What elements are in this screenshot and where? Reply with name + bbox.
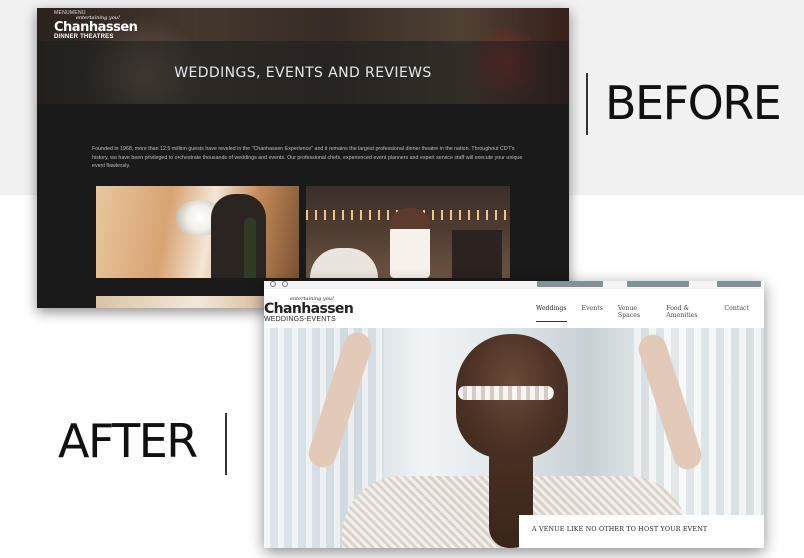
after-main-nav: Weddings Events Venue Spaces Food & Amen… <box>536 305 764 322</box>
social-icon[interactable] <box>282 281 288 287</box>
after-logo-name: Chanhassen <box>264 301 354 317</box>
after-top-button[interactable] <box>627 281 689 287</box>
nav-item-venue-spaces[interactable]: Venue Spaces <box>618 305 651 322</box>
after-divider <box>225 413 227 475</box>
door-shape <box>452 230 502 278</box>
nav-item-events[interactable]: Events <box>582 305 603 322</box>
before-intro-text: Founded in 1968, more than 12.5 million … <box>92 146 523 169</box>
after-logo-sub: WEDDINGS-EVENTS <box>264 316 336 323</box>
after-screenshot: entertaining you! Chanhassen WEDDINGS-EV… <box>264 281 764 548</box>
nav-item-weddings[interactable]: Weddings <box>536 305 567 322</box>
before-label: BEFORE <box>605 76 782 130</box>
bride-shape <box>390 208 430 278</box>
after-top-bar <box>264 281 764 289</box>
before-logo[interactable]: entertaining you! Chanhassen DINNER THEA… <box>54 16 138 41</box>
after-hero-caption: A VENUE LIKE NO OTHER TO HOST YOUR EVENT <box>519 515 764 548</box>
before-divider <box>586 73 588 135</box>
table-shape <box>310 248 378 278</box>
nav-item-food-amenities[interactable]: Food & Amenities <box>666 305 709 322</box>
after-top-button[interactable] <box>717 281 761 287</box>
groom-shape <box>211 194 266 278</box>
after-logo[interactable]: entertaining you! Chanhassen WEDDINGS-EV… <box>264 297 354 324</box>
headpiece-shape <box>458 386 554 400</box>
before-logo-name: Chanhassen <box>54 20 138 35</box>
before-screenshot: MENUMENU entertaining you! Chanhassen DI… <box>37 8 569 308</box>
social-icon[interactable] <box>270 281 276 287</box>
before-wedding-photo-2 <box>306 186 510 278</box>
after-label: AFTER <box>58 414 198 468</box>
before-wedding-photo-1 <box>96 186 299 278</box>
bottle-shape <box>244 218 256 278</box>
before-page-title: WEDDINGS, EVENTS AND REVIEWS <box>37 41 569 105</box>
nav-item-contact[interactable]: Contact <box>724 305 749 322</box>
after-top-button[interactable] <box>537 281 603 287</box>
